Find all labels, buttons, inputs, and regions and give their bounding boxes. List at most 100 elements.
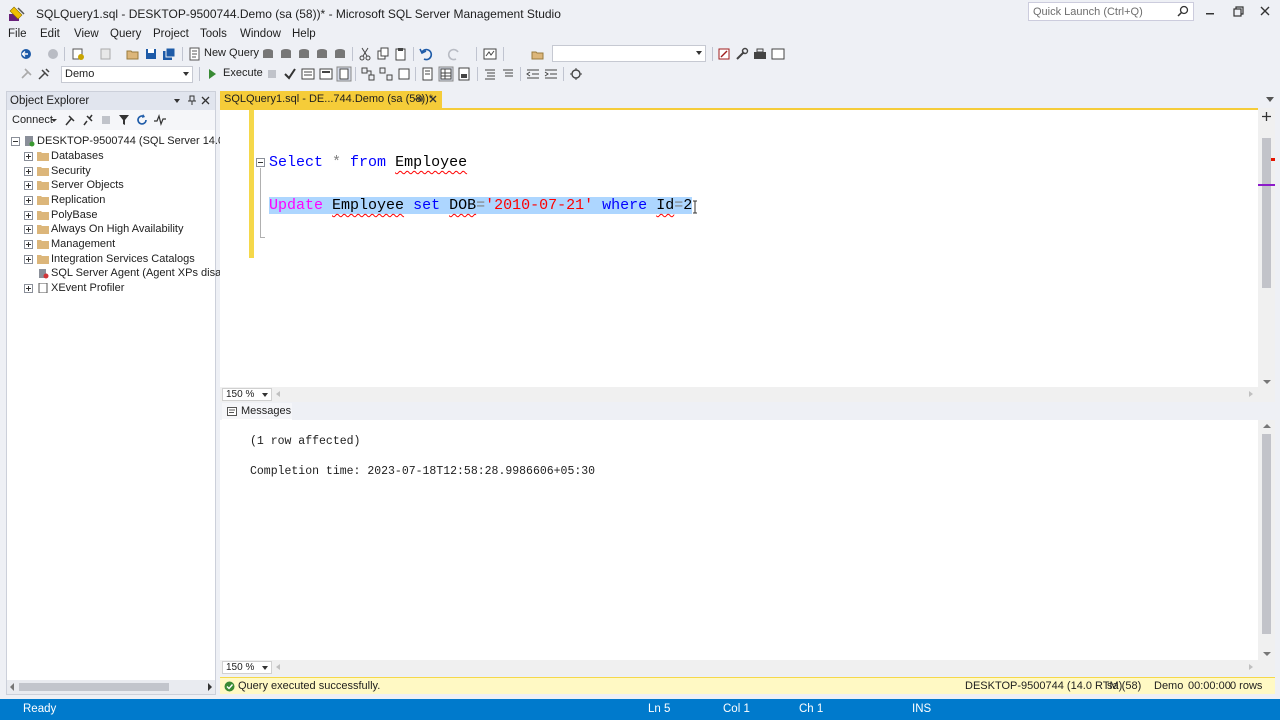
- new-query-icon[interactable]: [187, 46, 203, 62]
- disconnect-icon[interactable]: [81, 113, 95, 127]
- connect-object-icon[interactable]: [63, 113, 77, 127]
- registered-servers-icon[interactable]: [716, 46, 732, 62]
- output-window-icon[interactable]: [770, 46, 786, 62]
- comment-out-icon[interactable]: [482, 66, 498, 82]
- collapse-icon[interactable]: [11, 137, 20, 146]
- minimize-icon[interactable]: [1201, 4, 1219, 20]
- quick-launch-box[interactable]: [1028, 2, 1194, 21]
- menu-file[interactable]: File: [8, 28, 27, 40]
- close-panel-icon[interactable]: [201, 96, 210, 105]
- query-editor[interactable]: Select * from Employee Update Employee s…: [220, 108, 1275, 388]
- activity-monitor-oe-icon[interactable]: [153, 113, 167, 127]
- results-to-text-icon[interactable]: [420, 66, 436, 82]
- scroll-thumb[interactable]: [1262, 138, 1271, 288]
- query-designer-icon[interactable]: [318, 66, 334, 82]
- xmla-query-icon[interactable]: [314, 46, 330, 62]
- specify-template-values-icon[interactable]: [568, 66, 584, 82]
- back-icon[interactable]: [18, 46, 34, 62]
- undo-icon[interactable]: [418, 46, 434, 62]
- paste-icon[interactable]: [393, 46, 409, 62]
- expand-icon[interactable]: [24, 211, 33, 220]
- window-position-icon[interactable]: [173, 97, 181, 105]
- expand-icon[interactable]: [24, 152, 33, 161]
- properties-icon[interactable]: [734, 46, 750, 62]
- expand-icon[interactable]: [24, 284, 33, 293]
- activity-monitor-icon[interactable]: [482, 46, 498, 62]
- quick-launch-input[interactable]: [1029, 3, 1169, 20]
- open-file-icon[interactable]: [125, 46, 141, 62]
- connect-dropdown-icon[interactable]: [51, 119, 57, 122]
- scroll-left-icon[interactable]: [276, 391, 280, 397]
- add-item-icon[interactable]: [98, 46, 114, 62]
- search-icon[interactable]: [1177, 5, 1189, 17]
- scroll-left-icon[interactable]: [10, 683, 14, 691]
- tab-overflow-icon[interactable]: [1266, 97, 1274, 102]
- menu-tools[interactable]: Tools: [200, 28, 227, 40]
- decrease-indent-icon[interactable]: [525, 66, 541, 82]
- document-tab[interactable]: SQLQuery1.sql - DE...744.Demo (sa (58))*: [220, 91, 442, 108]
- forward-icon[interactable]: [45, 46, 61, 62]
- parse-icon[interactable]: [282, 66, 298, 82]
- split-window-icon[interactable]: [1261, 111, 1272, 122]
- close-tab-icon[interactable]: [428, 94, 438, 104]
- uncomment-icon[interactable]: [500, 66, 516, 82]
- results-to-file-icon[interactable]: [456, 66, 472, 82]
- scroll-down-icon[interactable]: [1263, 652, 1271, 656]
- execute-icon[interactable]: [204, 66, 220, 82]
- dax-query-icon[interactable]: [332, 46, 348, 62]
- save-all-icon[interactable]: [161, 46, 177, 62]
- client-statistics-icon[interactable]: [396, 66, 412, 82]
- display-estimated-plan-icon[interactable]: [300, 66, 316, 82]
- new-project-icon[interactable]: [70, 46, 86, 62]
- restore-icon[interactable]: [1229, 4, 1247, 20]
- scroll-thumb[interactable]: [19, 683, 169, 691]
- redo-icon[interactable]: [446, 46, 462, 62]
- scroll-right-icon[interactable]: [1249, 391, 1253, 397]
- scroll-thumb[interactable]: [1262, 434, 1271, 634]
- menu-project[interactable]: Project: [153, 28, 189, 40]
- cancel-query-icon[interactable]: [264, 66, 280, 82]
- menu-query[interactable]: Query: [110, 28, 141, 40]
- menu-edit[interactable]: Edit: [40, 28, 60, 40]
- refresh-icon[interactable]: [135, 113, 149, 127]
- results-zoom-combo[interactable]: 150 %: [222, 661, 272, 674]
- expand-icon[interactable]: [24, 196, 33, 205]
- results-to-grid-icon[interactable]: [438, 66, 454, 82]
- menu-view[interactable]: View: [74, 28, 99, 40]
- close-icon[interactable]: [1256, 4, 1274, 20]
- solution-configuration-combo[interactable]: [552, 45, 706, 62]
- stop-icon[interactable]: [99, 113, 113, 127]
- live-query-stats-icon[interactable]: [378, 66, 394, 82]
- outline-collapse-icon[interactable]: [256, 158, 265, 167]
- expand-icon[interactable]: [24, 255, 33, 264]
- scroll-down-icon[interactable]: [1263, 380, 1271, 384]
- execute-button[interactable]: Execute: [223, 67, 263, 79]
- scroll-up-icon[interactable]: [1263, 424, 1271, 428]
- new-query-button[interactable]: New Query: [204, 47, 259, 59]
- menu-window[interactable]: Window: [240, 28, 281, 40]
- toolbox-icon[interactable]: [752, 46, 768, 62]
- expand-icon[interactable]: [24, 225, 33, 234]
- available-databases-combo[interactable]: Demo: [61, 66, 193, 83]
- pin-icon[interactable]: [187, 95, 197, 106]
- menu-help[interactable]: Help: [292, 28, 316, 40]
- dmx-query-icon[interactable]: [296, 46, 312, 62]
- save-icon[interactable]: [143, 46, 159, 62]
- include-actual-plan-icon[interactable]: [360, 66, 376, 82]
- scroll-right-icon[interactable]: [1249, 664, 1253, 670]
- connect-icon[interactable]: [18, 66, 34, 82]
- messages-tab[interactable]: Messages: [222, 403, 292, 420]
- editor-vscrollbar[interactable]: [1258, 108, 1275, 388]
- filter-icon[interactable]: [117, 113, 131, 127]
- db-engine-query-icon[interactable]: [260, 46, 276, 62]
- pin-tab-icon[interactable]: [414, 94, 424, 104]
- results-vscrollbar[interactable]: [1258, 420, 1275, 660]
- find-in-files-icon[interactable]: [530, 46, 546, 62]
- object-explorer-hscrollbar[interactable]: [7, 680, 215, 694]
- scroll-right-icon[interactable]: [208, 683, 212, 691]
- sqlcmd-mode-icon[interactable]: [336, 66, 352, 82]
- expand-icon[interactable]: [24, 181, 33, 190]
- expand-icon[interactable]: [24, 167, 33, 176]
- expand-icon[interactable]: [24, 240, 33, 249]
- increase-indent-icon[interactable]: [543, 66, 559, 82]
